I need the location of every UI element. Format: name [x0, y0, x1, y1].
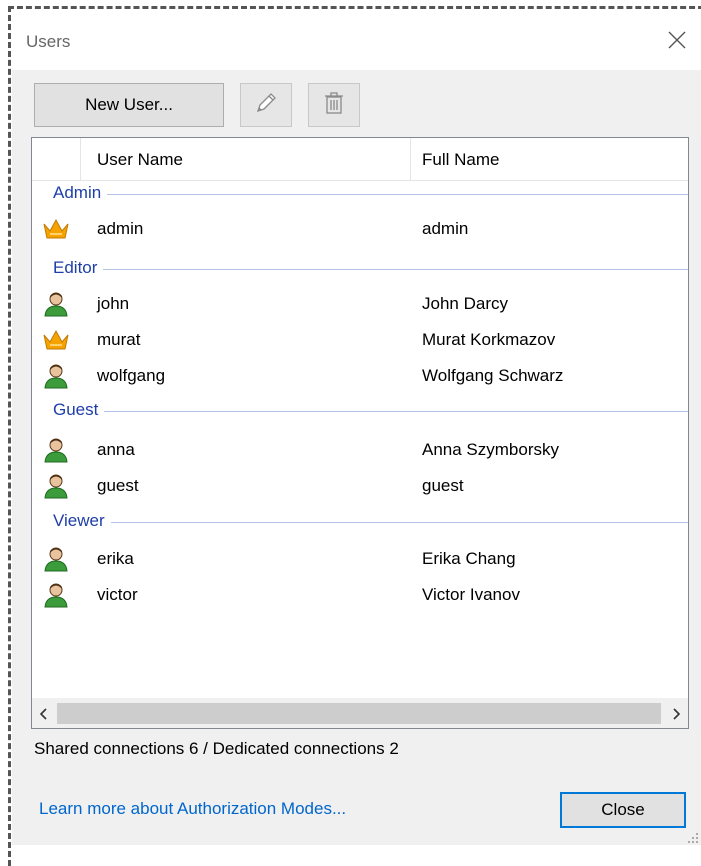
- user-icon: [41, 289, 71, 319]
- scroll-left-icon[interactable]: [32, 699, 56, 728]
- user-name-cell: admin: [97, 219, 144, 238]
- group-label: Viewer: [53, 511, 111, 531]
- column-separator[interactable]: [80, 138, 81, 180]
- close-icon[interactable]: [665, 28, 689, 52]
- user-name-cell: guest: [97, 476, 139, 495]
- trash-icon: [321, 90, 347, 121]
- table-row[interactable]: victor Victor Ivanov: [32, 577, 688, 613]
- column-separator[interactable]: [410, 138, 411, 180]
- group-header-admin: Admin: [32, 180, 688, 208]
- user-name-cell: wolfgang: [97, 366, 166, 385]
- table-row[interactable]: erika Erika Chang: [32, 541, 688, 577]
- user-icon: [41, 471, 71, 501]
- group-header-guest: Guest: [32, 397, 688, 425]
- pencil-icon: [253, 90, 279, 121]
- table-row[interactable]: anna Anna Szymborsky: [32, 432, 688, 468]
- authorization-modes-link[interactable]: Learn more about Authorization Modes...: [39, 799, 346, 819]
- user-icon: [41, 580, 71, 610]
- group-header-viewer: Viewer: [32, 508, 688, 536]
- user-name-cell: victor: [97, 585, 138, 604]
- table-header: User Name Full Name: [32, 138, 688, 181]
- table-row[interactable]: guest guest: [32, 468, 688, 504]
- window-title: Users: [26, 32, 71, 51]
- users-dialog: Users New User... User Name Full Name Ad…: [12, 10, 701, 845]
- title-bar: Users: [12, 10, 701, 70]
- user-name-cell: murat: [97, 330, 141, 349]
- connections-status: Shared connections 6 / Dedicated connect…: [34, 739, 399, 758]
- full-name-cell: Erika Chang: [422, 549, 516, 568]
- group-label: Admin: [53, 183, 108, 203]
- user-name-cell: erika: [97, 549, 134, 568]
- horizontal-scrollbar[interactable]: [32, 698, 688, 728]
- group-header-editor: Editor: [32, 255, 688, 283]
- group-label: Editor: [53, 258, 104, 278]
- user-name-cell: john: [97, 294, 130, 313]
- full-name-cell: admin: [422, 219, 469, 238]
- group-label: Guest: [53, 400, 105, 420]
- table-row[interactable]: murat Murat Korkmazov: [32, 322, 688, 358]
- user-icon: [41, 544, 71, 574]
- table-row[interactable]: john John Darcy: [32, 286, 688, 322]
- resize-grip-icon[interactable]: [687, 831, 699, 843]
- full-name-cell: Wolfgang Schwarz: [422, 366, 564, 385]
- scroll-right-icon[interactable]: [664, 699, 688, 728]
- close-button[interactable]: Close: [560, 792, 686, 828]
- group-divider: [53, 411, 688, 412]
- full-name-cell: John Darcy: [422, 294, 508, 313]
- group-divider: [53, 522, 688, 523]
- table-row[interactable]: admin admin: [32, 211, 688, 247]
- edit-user-button[interactable]: [240, 83, 292, 127]
- full-name-cell: guest: [422, 476, 464, 495]
- user-icon: [41, 435, 71, 465]
- column-header-full-name[interactable]: Full Name: [422, 150, 499, 170]
- user-name-cell: anna: [97, 440, 135, 459]
- crown-icon: [41, 325, 71, 355]
- delete-user-button[interactable]: [308, 83, 360, 127]
- group-divider: [53, 269, 688, 270]
- new-user-button[interactable]: New User...: [34, 83, 224, 127]
- column-header-user-name[interactable]: User Name: [97, 150, 183, 170]
- users-table[interactable]: User Name Full Name Admin admin admin Ed…: [31, 137, 689, 729]
- scrollbar-thumb[interactable]: [57, 703, 661, 724]
- group-divider: [53, 194, 688, 195]
- crown-icon: [41, 214, 71, 244]
- table-row[interactable]: wolfgang Wolfgang Schwarz: [32, 358, 688, 394]
- user-icon: [41, 361, 71, 391]
- full-name-cell: Murat Korkmazov: [422, 330, 556, 349]
- full-name-cell: Anna Szymborsky: [422, 440, 559, 459]
- full-name-cell: Victor Ivanov: [422, 585, 520, 604]
